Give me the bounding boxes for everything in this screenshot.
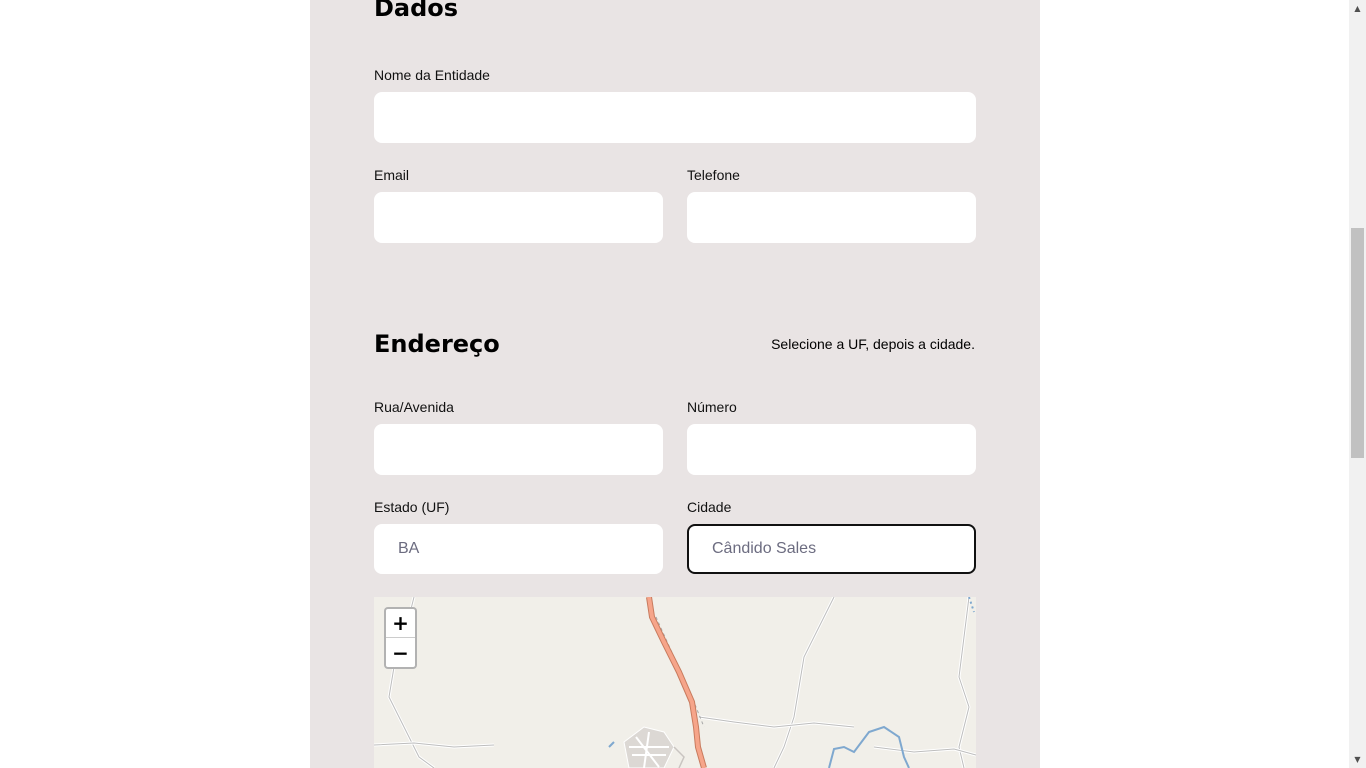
zoom-out-button[interactable]: − xyxy=(386,638,415,667)
nome-input[interactable] xyxy=(374,92,976,143)
cidade-label: Cidade xyxy=(687,499,732,515)
section-title-endereco: Endereço xyxy=(374,330,500,358)
numero-input[interactable] xyxy=(687,424,976,475)
rua-input[interactable] xyxy=(374,424,663,475)
section-title-dados: Dados xyxy=(374,0,459,22)
cidade-select-value: Cândido Sales xyxy=(712,540,817,557)
zoom-in-button[interactable]: + xyxy=(386,609,415,638)
map[interactable] xyxy=(374,597,976,768)
endereco-hint: Selecione a UF, depois a cidade. xyxy=(771,336,975,352)
scrollbar-thumb[interactable] xyxy=(1351,228,1364,458)
cidade-select[interactable]: Cândido Sales xyxy=(687,524,976,574)
email-input[interactable] xyxy=(374,192,663,243)
telefone-input[interactable] xyxy=(687,192,976,243)
rua-label: Rua/Avenida xyxy=(374,399,454,415)
page-scrollbar[interactable]: ▲ ▼ xyxy=(1349,0,1366,768)
email-label: Email xyxy=(374,167,410,183)
estado-label: Estado (UF) xyxy=(374,499,450,515)
estado-select-value: BA xyxy=(398,540,420,557)
telefone-label: Telefone xyxy=(687,167,740,183)
numero-label: Número xyxy=(687,399,737,415)
page: Dados Nome da Entidade Email Telefone En… xyxy=(0,0,1366,768)
arrow-up-icon[interactable]: ▲ xyxy=(1349,0,1366,17)
arrow-down-icon[interactable]: ▼ xyxy=(1349,751,1366,768)
map-zoom-control: + − xyxy=(384,607,417,669)
map-tiles xyxy=(374,597,976,768)
estado-select[interactable]: BA xyxy=(374,524,663,574)
nome-label: Nome da Entidade xyxy=(374,67,490,83)
